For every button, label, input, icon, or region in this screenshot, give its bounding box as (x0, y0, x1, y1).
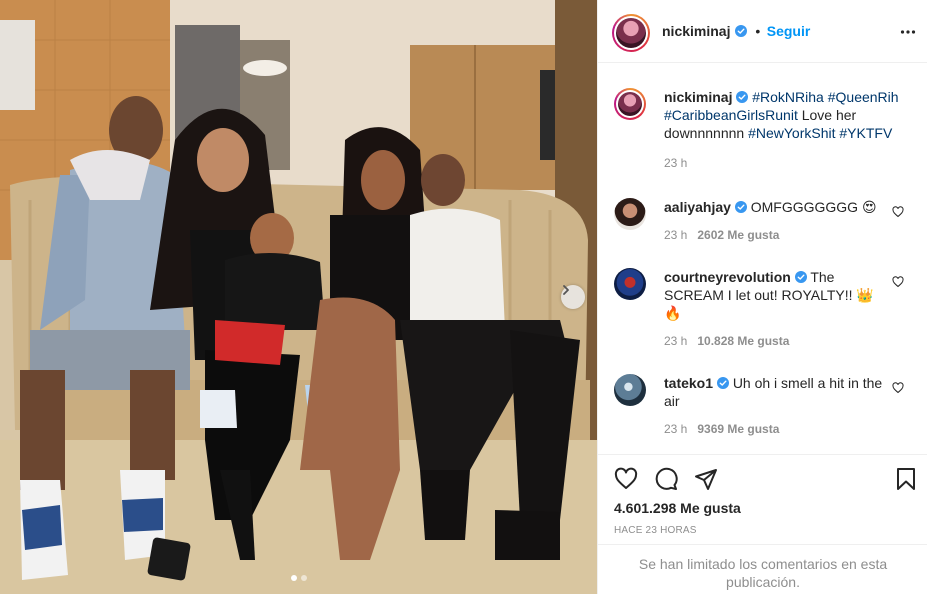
verified-badge-icon (736, 91, 749, 103)
carousel-indicator (0, 575, 597, 581)
comment-time[interactable]: 23 h (664, 422, 687, 436)
caption-username[interactable]: nickiminaj (664, 89, 732, 105)
comment-username[interactable]: tateko1 (664, 375, 713, 391)
like-comment-heart-icon[interactable] (892, 206, 904, 218)
verified-badge-icon (794, 271, 807, 283)
more-options-icon[interactable] (900, 24, 916, 40)
like-comment-heart-icon[interactable] (892, 276, 904, 288)
post-photo[interactable] (0, 0, 597, 594)
commenter-avatar[interactable] (614, 374, 646, 406)
comment-time[interactable]: 23 h (664, 334, 687, 348)
comment-bubble-icon[interactable] (654, 467, 678, 491)
comment-likes[interactable]: 10.828 Me gusta (697, 334, 789, 348)
caption-time[interactable]: 23 h (664, 156, 687, 170)
post-side-panel: nickiminaj • Seguir nickiminaj #RokNRiha… (597, 0, 927, 594)
follow-button[interactable]: Seguir (767, 23, 811, 39)
post-actions: 4.601.298 Me gusta HACE 23 HORAS Se han … (598, 454, 927, 594)
save-bookmark-icon[interactable] (894, 467, 918, 491)
carousel-dot (300, 575, 307, 581)
commenter-avatar[interactable] (614, 198, 646, 230)
comments-limited-notice: Se han limitado los comentarios en esta … (598, 544, 927, 594)
post-header: nickiminaj • Seguir (598, 0, 927, 63)
verified-badge-icon (734, 201, 747, 213)
like-heart-icon[interactable] (614, 467, 638, 491)
chevron-right-icon (563, 285, 569, 295)
likes-count[interactable]: 4.601.298 Me gusta (614, 500, 741, 516)
comment-text: OMFGGGGGGG 😍 (750, 199, 877, 215)
comment-likes[interactable]: 2602 Me gusta (697, 228, 779, 242)
author-line: nickiminaj • Seguir (662, 23, 810, 41)
like-comment-heart-icon[interactable] (892, 382, 904, 394)
caption-author-avatar[interactable] (614, 88, 646, 120)
caption-hashtags-2[interactable]: #NewYorkShit #YKTFV (748, 125, 892, 141)
verified-badge-icon (734, 25, 747, 37)
comment-username[interactable]: courtneyrevolution (664, 269, 791, 285)
post-timestamp[interactable]: HACE 23 HORAS (614, 525, 697, 536)
header-separator: • (755, 23, 761, 39)
comments-list[interactable]: nickiminaj #RokNRiha #QueenRih #Caribbea… (598, 64, 927, 454)
carousel-dot-active (290, 575, 297, 581)
commenter-avatar[interactable] (614, 268, 646, 300)
author-avatar[interactable] (612, 14, 650, 52)
comment-time[interactable]: 23 h (664, 228, 687, 242)
share-paper-plane-icon[interactable] (694, 467, 718, 491)
comment-likes[interactable]: 9369 Me gusta (697, 422, 779, 436)
photo-illustration (0, 0, 597, 594)
author-username[interactable]: nickiminaj (662, 23, 730, 39)
next-photo-button[interactable] (561, 285, 585, 309)
comment-username[interactable]: aaliyahjay (664, 199, 731, 215)
verified-badge-icon (716, 377, 729, 389)
